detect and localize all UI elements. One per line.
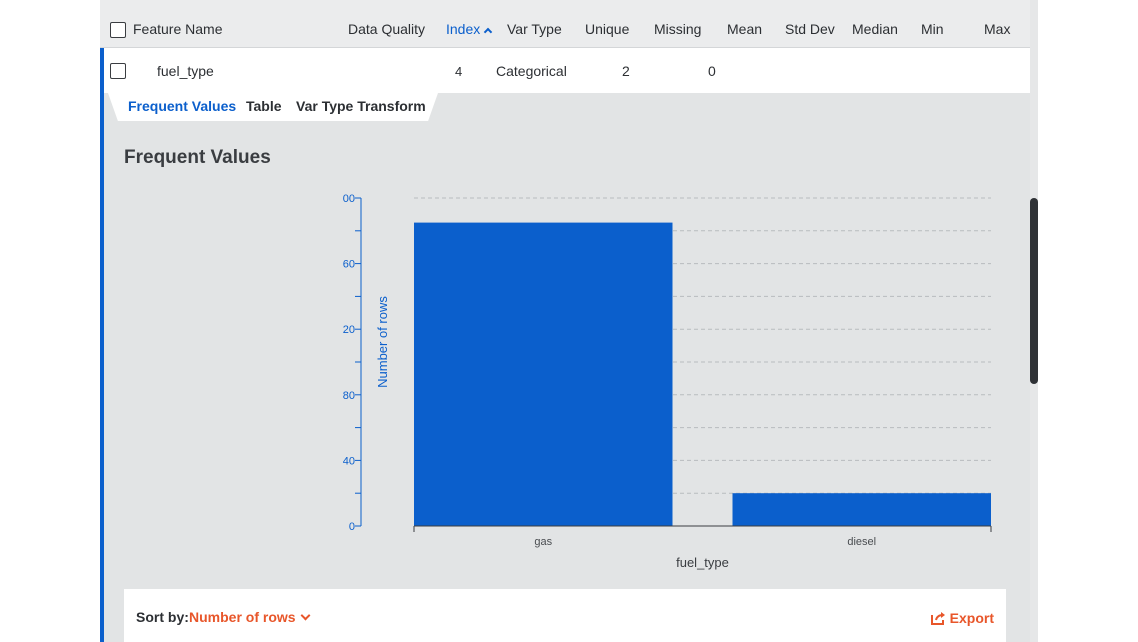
header-std-dev[interactable]: Std Dev [785,21,835,37]
cell-feature-name: fuel_type [157,63,214,79]
sort-ascending-icon [484,27,493,37]
bar-diesel [732,493,991,526]
table-header: Feature Name Data Quality Index Var Type… [100,0,1030,48]
table-row[interactable]: fuel_type 4 Categorical 2 0 [104,49,1030,93]
feature-detail-panel: Frequent Values Table Var Type Transform… [104,93,1030,642]
x-tick-label: diesel [847,536,876,548]
header-median[interactable]: Median [852,21,898,37]
y-tick-label: 00 [343,193,355,205]
frequent-values-chart: 0 40 80 20 60 00 Number of rows gas diesel fuel_t… [343,193,992,570]
header-var-type[interactable]: Var Type [507,21,562,37]
select-all-checkbox[interactable] [110,22,126,38]
y-axis-label: Number of rows [375,296,390,388]
header-unique[interactable]: Unique [585,21,629,37]
export-label: Export [949,610,994,626]
header-min[interactable]: Min [921,21,944,37]
export-button[interactable]: Export [930,609,994,626]
y-tick-label: 80 [343,390,355,402]
section-title: Frequent Values [124,147,271,168]
header-mean[interactable]: Mean [727,21,762,37]
x-axis-label: fuel_type [676,555,729,570]
tab-var-type-transform[interactable]: Var Type Transform [296,98,426,114]
header-missing[interactable]: Missing [654,21,701,37]
y-tick-label: 60 [343,259,355,271]
cell-unique: 2 [622,63,630,79]
tab-frequent-values[interactable]: Frequent Values [128,98,236,114]
feature-table-panel: Feature Name Data Quality Index Var Type… [100,0,1038,642]
header-max[interactable]: Max [984,21,1010,37]
sort-by-label: Sort by: [136,609,189,625]
y-tick-label: 40 [343,455,355,467]
sort-by-value: Number of rows [189,609,296,625]
scrollbar-thumb[interactable] [1030,198,1038,384]
header-feature-name[interactable]: Feature Name [133,21,222,37]
row-checkbox[interactable] [110,63,126,79]
x-tick-label: gas [534,536,552,548]
sort-bar: Sort by: Number of rows Export [124,589,1006,642]
cell-missing: 0 [708,63,716,79]
bar-gas [414,222,673,526]
chevron-down-icon [300,610,311,621]
tab-table[interactable]: Table [246,98,282,114]
y-tick-label: 0 [349,521,355,533]
cell-var-type: Categorical [496,63,567,79]
cell-index: 4 [455,64,463,79]
header-data-quality[interactable]: Data Quality [348,21,425,37]
detail-tabs: Frequent Values Table Var Type Transform [108,93,438,121]
y-tick-label: 20 [343,324,355,336]
export-icon [930,612,945,625]
header-index-label: Index [446,21,481,37]
sort-by-dropdown[interactable]: Number of rows [189,609,311,625]
header-index[interactable]: Index [446,21,493,37]
